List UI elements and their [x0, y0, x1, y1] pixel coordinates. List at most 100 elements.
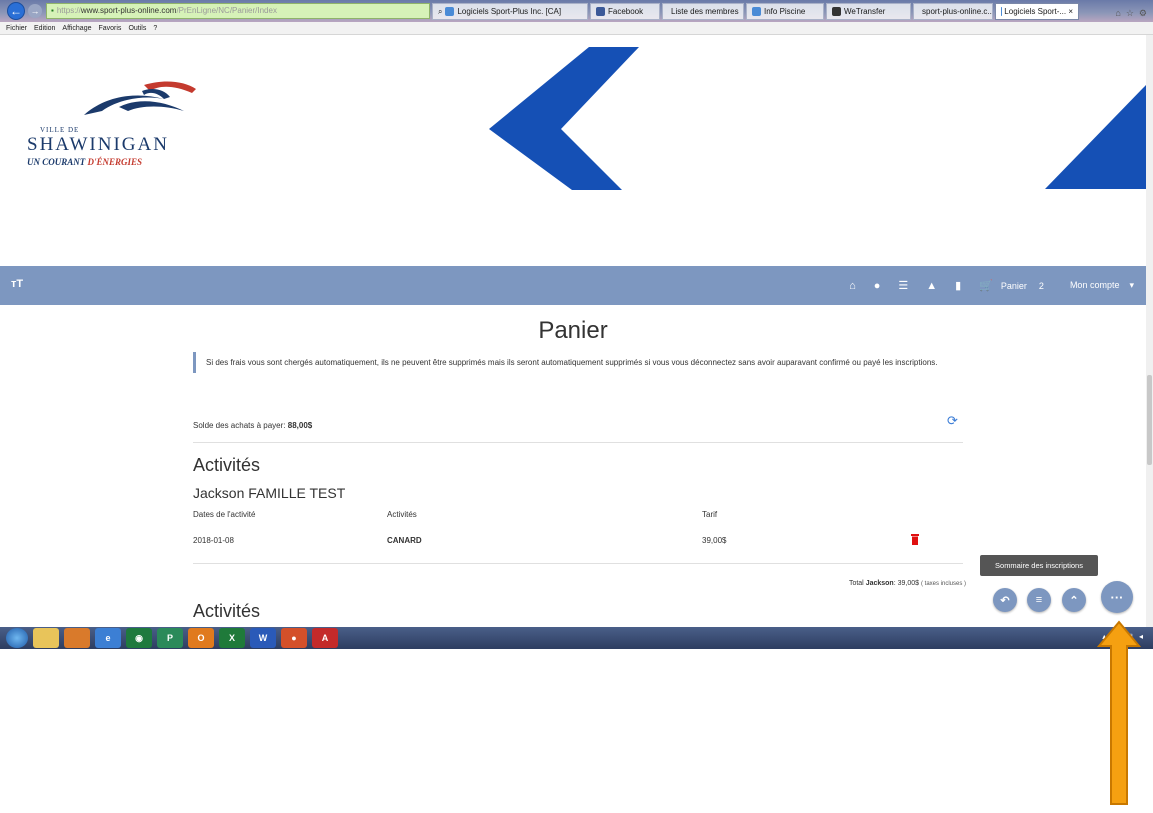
url-host: www.sport-plus-online.com: [80, 6, 177, 15]
undo-fab-button[interactable]: ↶: [993, 588, 1017, 612]
outlook-icon[interactable]: O: [188, 628, 214, 648]
forward-button[interactable]: →: [28, 4, 42, 18]
tab-logiciels[interactable]: ⌕ Logiciels Sport-Plus Inc. [CA]: [432, 3, 588, 20]
cart-link[interactable]: 🛒 Panier 2: [979, 279, 1044, 292]
list-fab-button[interactable]: ≡: [1027, 588, 1051, 612]
favicon-icon: [445, 7, 455, 16]
logo-city-text: SHAWINIGAN: [27, 134, 169, 155]
logo-swoosh-icon: [84, 81, 196, 115]
menu-item-help[interactable]: ?: [153, 25, 157, 32]
publisher-icon[interactable]: P: [157, 628, 183, 648]
excel-icon[interactable]: X: [219, 628, 245, 648]
home-icon[interactable]: ⌂: [1115, 8, 1120, 19]
page-viewport: VILLE DE SHAWINIGAN UN COURANT D'ÉNERGIE…: [0, 35, 1146, 627]
row-date: 2018-01-08: [193, 536, 234, 545]
notice-callout: Si des frais vous sont chergés automatiq…: [193, 352, 973, 373]
refresh-icon[interactable]: ⟳: [947, 413, 958, 429]
text-size-toggle-icon[interactable]: тT: [11, 278, 23, 290]
total-name: Jackson: [865, 580, 894, 587]
scroll-up-fab-button[interactable]: ⌃: [1062, 588, 1086, 612]
menu-item-favoris[interactable]: Favoris: [98, 25, 121, 32]
decorative-triangle-shape: [1045, 85, 1146, 189]
tab-info-piscine[interactable]: Info Piscine: [746, 3, 824, 20]
cart-count: 2: [1038, 280, 1044, 291]
firefox-icon[interactable]: ●: [281, 628, 307, 648]
page-scrollbar[interactable]: [1146, 35, 1153, 627]
word-icon[interactable]: W: [250, 628, 276, 648]
thumbs-up-icon[interactable]: ▲: [926, 280, 937, 292]
back-button[interactable]: ←: [7, 2, 25, 20]
section-title-activites-2: Activités: [193, 601, 261, 621]
column-header-tarif: Tarif: [702, 510, 718, 519]
home-icon[interactable]: ⌂: [849, 280, 856, 292]
acrobat-icon[interactable]: A: [312, 628, 338, 648]
balance-line: Solde des achats à payer: 88,00$: [193, 421, 312, 430]
tab-liste-membres[interactable]: Liste des membres: [662, 3, 744, 20]
decorative-chevron-shape: [489, 47, 639, 190]
total-note: ( taxes incluses ): [920, 581, 966, 587]
more-fab-button[interactable]: ···: [1101, 581, 1133, 613]
tab-label: Info Piscine: [764, 7, 806, 16]
column-header-activites: Activités: [387, 510, 417, 519]
account-menu[interactable]: Mon compte ▾: [1070, 280, 1134, 291]
cart-label: Panier: [1000, 280, 1027, 291]
balance-label: Solde des achats à payer:: [193, 421, 286, 430]
tab-label: WeTransfer: [844, 7, 886, 16]
site-nav-bar: тT ⌂ ● ☰ ▲ ▮ 🛒 Panier 2 Mon compte ▾: [0, 266, 1146, 305]
media-player-icon[interactable]: [64, 628, 90, 648]
account-label: Mon compte: [1069, 280, 1120, 290]
list-icon[interactable]: ☰: [898, 279, 908, 292]
header-banner: VILLE DE SHAWINIGAN UN COURANT D'ÉNERGIE…: [0, 35, 1146, 266]
menu-item-edition[interactable]: Edition: [34, 25, 55, 32]
url-prefix: https://: [56, 6, 81, 15]
browser-tabs: ⌕ Logiciels Sport-Plus Inc. [CA] Facebook…: [432, 3, 1081, 20]
url-path: /PrEnLigne/NC/Panier/Index: [176, 6, 277, 15]
chevron-down-icon: ▾: [1129, 280, 1134, 290]
cart-content: Panier Si des frais vous sont chergés au…: [0, 305, 1146, 627]
section-title-activites: Activités: [193, 455, 261, 475]
trash-icon[interactable]: [911, 534, 919, 545]
tab-logiciels-active[interactable]: Logiciels Sport-... ×: [995, 3, 1079, 20]
scrollbar-thumb[interactable]: [1147, 375, 1152, 465]
windows-taskbar: e ◉ P O X W ● A ▴ ⚑ ▤ ◂: [0, 627, 1153, 649]
tooltip-sommaire: Sommaire des inscriptions: [980, 555, 1098, 576]
tab-label: Logiciels Sport-... ×: [1004, 7, 1073, 16]
shawinigan-logo[interactable]: VILLE DE SHAWINIGAN UN COURANT D'ÉNERGIE…: [24, 77, 214, 177]
browser-toolbar-icons: ⌂ ☆ ⚙: [1115, 8, 1147, 19]
browser-titlebar: ← → ▪ https://www.sport-plus-online.com/P…: [0, 0, 1153, 22]
annotation-arrow-icon: [1097, 620, 1141, 805]
tab-wetransfer[interactable]: WeTransfer: [826, 3, 911, 20]
page-title: Panier: [538, 317, 608, 344]
card-icon[interactable]: ▮: [955, 279, 961, 292]
facebook-icon: [596, 7, 605, 16]
explorer-icon[interactable]: [33, 628, 59, 648]
divider: [193, 563, 963, 564]
location-pin-icon[interactable]: ●: [874, 280, 881, 292]
total-label: Total: [848, 580, 864, 587]
favicon-icon: [752, 7, 761, 16]
undo-icon: ↶: [1000, 594, 1010, 607]
menu-item-fichier[interactable]: Fichier: [6, 25, 27, 32]
tab-sport-plus[interactable]: sport-plus-online.c...: [913, 3, 993, 20]
tab-label: Facebook: [608, 7, 644, 16]
internet-explorer-icon[interactable]: e: [95, 628, 121, 648]
tab-facebook[interactable]: Facebook: [590, 3, 660, 20]
cart-icon: 🛒: [979, 280, 993, 292]
tab-label: sport-plus-online.c...: [922, 7, 993, 16]
star-icon[interactable]: ☆: [1126, 8, 1134, 19]
list-icon: ≡: [1035, 594, 1043, 606]
start-button-icon[interactable]: [6, 628, 28, 648]
menu-item-outils[interactable]: Outils: [128, 25, 146, 32]
column-header-dates: Dates de l'activité: [193, 510, 256, 519]
back-arrow-icon: ←: [10, 4, 22, 18]
row-price: 39,00$: [702, 536, 727, 545]
eye-app-icon[interactable]: ◉: [126, 628, 152, 648]
nav-icons: ⌂ ● ☰ ▲ ▮ 🛒 Panier 2 Mon compte ▾: [849, 266, 1134, 305]
total-line: Total Jackson: 39,00$ ( taxes incluses ): [849, 580, 966, 587]
logo-tagline: UN COURANT D'ÉNERGIES: [27, 157, 143, 167]
menu-item-affichage[interactable]: Affichage: [62, 25, 91, 32]
gear-icon[interactable]: ⚙: [1139, 8, 1147, 19]
more-icon: ···: [1110, 589, 1124, 605]
menu-bar: Fichier Edition Affichage Favoris Outils…: [0, 22, 1153, 35]
address-bar[interactable]: ▪ https://www.sport-plus-online.com/PrEnL…: [46, 3, 430, 19]
